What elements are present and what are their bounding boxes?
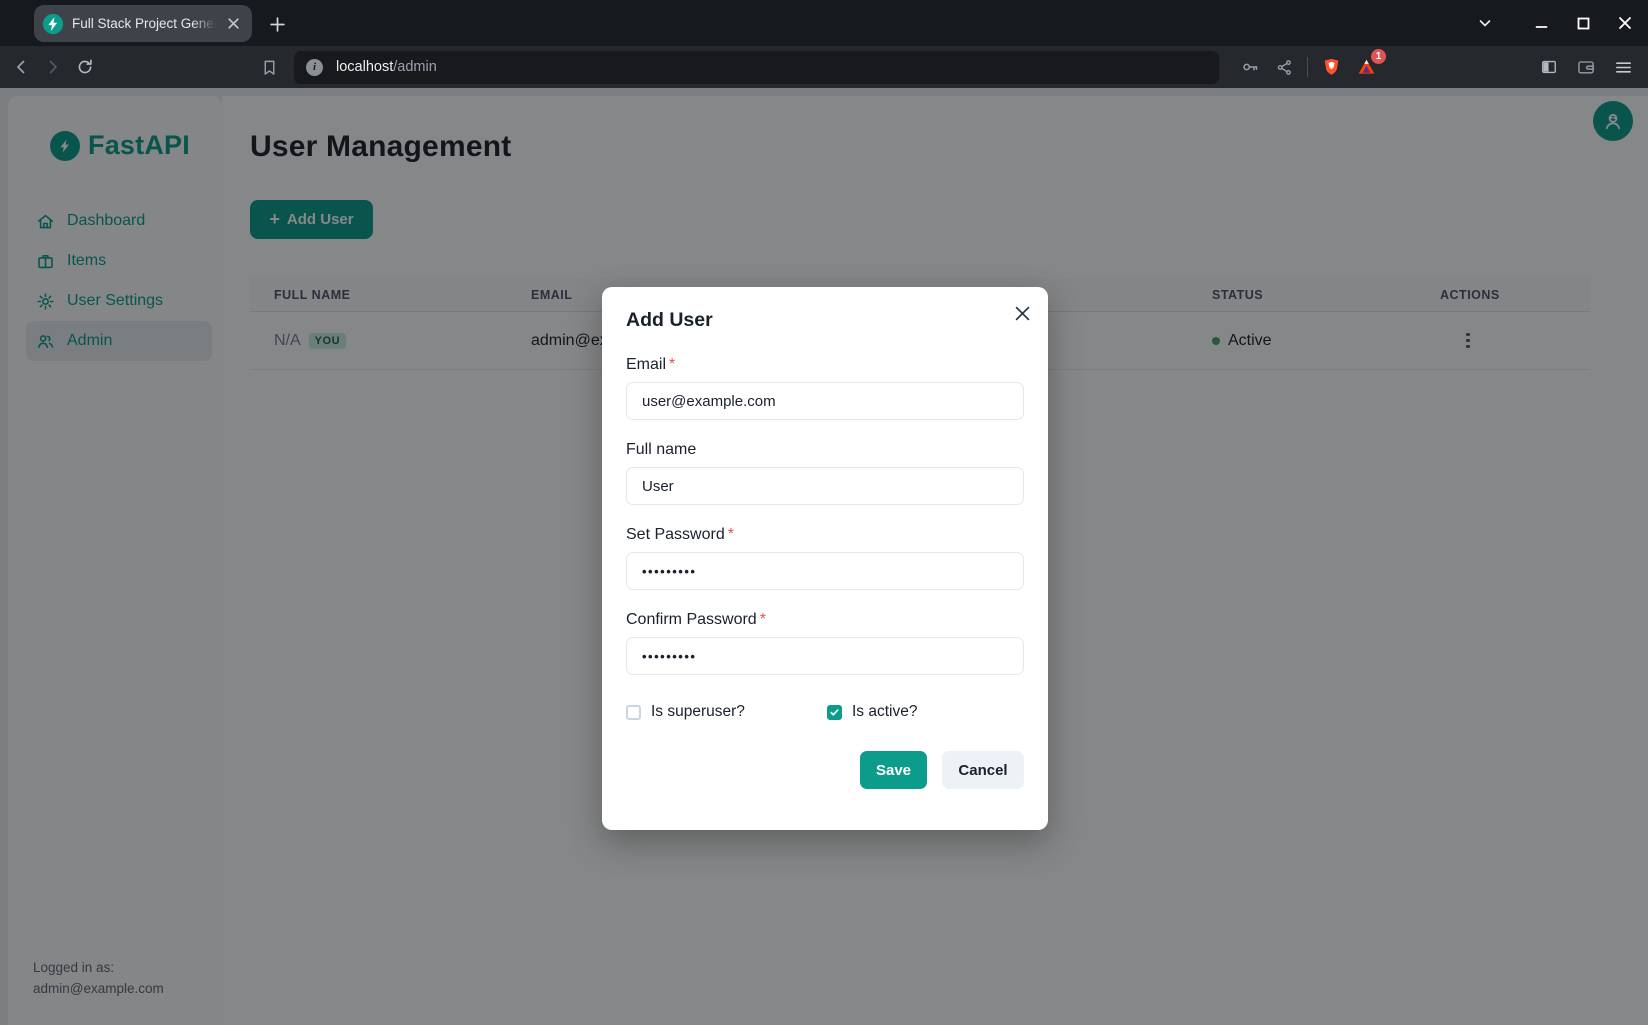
checkbox-unchecked-icon[interactable] [626, 705, 641, 720]
rewards-badge: 1 [1371, 49, 1386, 64]
full-name-field-group: Full name [626, 441, 1024, 505]
checkbox-checked-icon[interactable] [827, 705, 842, 720]
menu-hamburger-icon[interactable] [1608, 52, 1638, 82]
toolbar-divider [1307, 57, 1308, 77]
confirm-password-label: Confirm Password [626, 611, 757, 628]
site-info-icon[interactable]: i [306, 59, 323, 76]
wallet-icon[interactable] [1571, 52, 1601, 82]
email-field[interactable] [626, 382, 1024, 420]
url-bar[interactable]: i localhost/admin [294, 51, 1219, 84]
browser-tab[interactable]: Full Stack Project Genera [34, 5, 252, 42]
url-path: /admin [393, 59, 437, 75]
cancel-button[interactable]: Cancel [942, 751, 1024, 789]
bookmark-icon[interactable] [253, 51, 285, 83]
sidebar-toggle-icon[interactable] [1534, 52, 1564, 82]
browser-window: Full Stack Project Genera [0, 0, 1648, 1025]
share-icon[interactable] [1269, 52, 1299, 82]
add-user-form: Email* Full name Set Password* Confirm P… [626, 356, 1024, 789]
set-password-label: Set Password [626, 526, 725, 543]
url-host: localhost [336, 59, 393, 75]
page-viewport: FastAPI Dashboard Items [0, 88, 1648, 1025]
browser-toolbar: i localhost/admin 1 [0, 46, 1648, 88]
add-user-modal: Add User Email* Full name Set Password* [602, 287, 1048, 830]
window-maximize-button[interactable] [1570, 10, 1596, 36]
full-name-label: Full name [626, 441, 696, 458]
fastapi-favicon-icon [42, 13, 64, 35]
is-active-checkbox[interactable]: Is active? [827, 703, 917, 721]
set-password-field[interactable] [626, 552, 1024, 590]
required-asterisk: * [728, 526, 734, 543]
password-key-icon[interactable] [1235, 52, 1265, 82]
tab-search-chevron-icon[interactable] [1472, 10, 1498, 36]
browser-tab-bar: Full Stack Project Genera [0, 0, 1648, 46]
set-password-field-group: Set Password* [626, 526, 1024, 590]
new-tab-button[interactable] [262, 9, 292, 39]
forward-button[interactable] [37, 51, 69, 83]
save-button[interactable]: Save [860, 751, 927, 789]
full-name-field[interactable] [626, 467, 1024, 505]
required-asterisk: * [760, 611, 766, 628]
back-button[interactable] [5, 51, 37, 83]
is-active-label: Is active? [852, 703, 917, 721]
is-superuser-checkbox[interactable]: Is superuser? [626, 703, 827, 721]
url-text: localhost/admin [336, 59, 437, 75]
modal-title: Add User [626, 309, 1024, 332]
tab-title: Full Stack Project Genera [72, 16, 220, 31]
brave-shield-icon[interactable] [1316, 52, 1346, 82]
is-superuser-label: Is superuser? [651, 703, 745, 721]
window-minimize-button[interactable] [1528, 10, 1554, 36]
email-label: Email [626, 356, 666, 373]
confirm-password-field[interactable] [626, 637, 1024, 675]
reload-button[interactable] [69, 51, 101, 83]
required-asterisk: * [669, 356, 675, 373]
window-close-button[interactable] [1612, 10, 1638, 36]
tab-close-icon[interactable] [222, 13, 244, 35]
modal-close-icon[interactable] [1004, 295, 1040, 331]
confirm-password-field-group: Confirm Password* [626, 611, 1024, 675]
brave-rewards-icon[interactable]: 1 [1351, 52, 1381, 82]
email-field-group: Email* [626, 356, 1024, 420]
